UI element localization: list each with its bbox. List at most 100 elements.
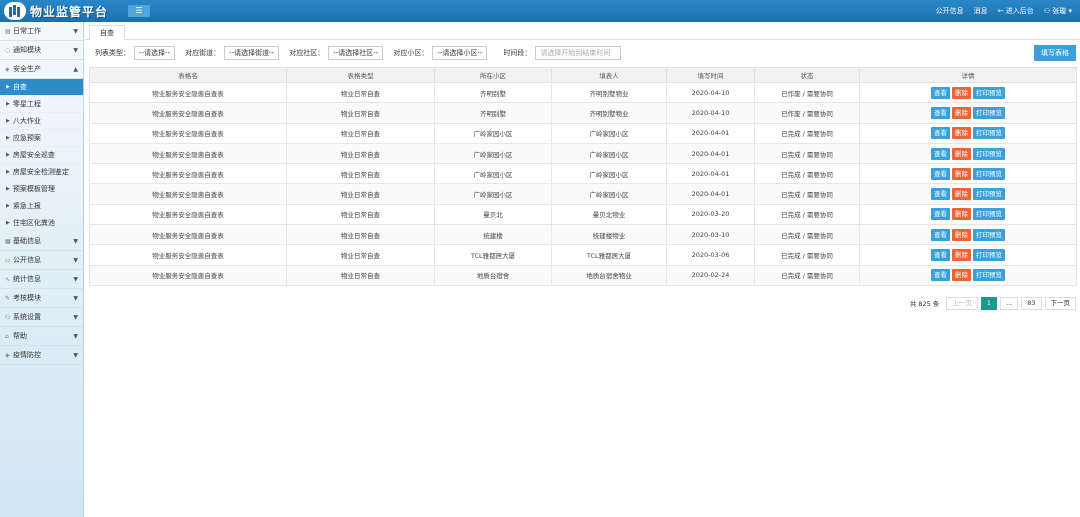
chevron-down-icon: ▼ (73, 257, 78, 264)
sidebar-group-basic-info[interactable]: ▦ 基础信息 ▼ (0, 232, 83, 251)
sidebar-item-self-check[interactable]: ▶ 自查 (0, 79, 83, 96)
delete-button[interactable]: 删除 (952, 147, 971, 160)
fill-form-button[interactable]: 填写表格 (1034, 45, 1076, 61)
view-button[interactable]: 查看 (931, 249, 950, 262)
delete-button[interactable]: 删除 (952, 208, 971, 221)
next-page-button[interactable]: 下一页 (1044, 296, 1076, 310)
print-preview-button[interactable]: 打印预览 (973, 188, 1005, 201)
table-cell: 已完成 / 需要协同 (754, 163, 860, 185)
sidebar-item-house-assessment[interactable]: ▶ 房屋安全检测鉴定 (0, 164, 83, 181)
sidebar-item-house-inspection[interactable]: ▶ 房屋安全巡查 (0, 147, 83, 164)
chevron-down-icon: ▼ (73, 333, 78, 340)
user-menu[interactable]: ⚇ 张璇 ▾ (1044, 6, 1072, 16)
table-cell: 物业服务安全隐患自查表 (89, 264, 287, 286)
view-button[interactable]: 查看 (931, 106, 950, 119)
community-label: 对应社区： (289, 49, 325, 57)
chevron-up-icon: ▲ (73, 66, 78, 73)
chevron-down-icon: ▼ (73, 314, 78, 321)
view-button[interactable]: 查看 (931, 269, 950, 282)
delete-button[interactable]: 删除 (952, 106, 971, 119)
view-button[interactable]: 查看 (931, 127, 950, 140)
delete-button[interactable]: 删除 (952, 249, 971, 262)
view-button[interactable]: 查看 (931, 188, 950, 201)
table-cell: 物业服务安全隐患自查表 (89, 224, 287, 246)
print-preview-button[interactable]: 打印预览 (973, 208, 1005, 221)
header-links: 公开信息 消息 ← 进入后台 ⚇ 张璇 ▾ (936, 0, 1072, 22)
table-header-row: 表格名 表格类型 所在小区 填表人 填写时间 状态 详情 (89, 67, 1077, 83)
view-button[interactable]: 查看 (931, 147, 950, 160)
view-button[interactable]: 查看 (931, 86, 950, 99)
tab-self-check[interactable]: 自查 (89, 25, 125, 40)
table-cell: 已作废 / 需要协同 (754, 102, 860, 124)
row-actions: 查看 删除 打印预览 (859, 183, 1077, 205)
sidebar-group-epidemic[interactable]: ◈ 疫情防控 ▼ (0, 346, 83, 365)
print-preview-button[interactable]: 打印预览 (973, 269, 1005, 282)
print-preview-button[interactable]: 打印预览 (973, 147, 1005, 160)
sidebar-item-eight-operations[interactable]: ▶ 八大作业 (0, 113, 83, 130)
row-actions: 查看 删除 打印预览 (859, 122, 1077, 144)
table-cell: 已完成 / 需要协同 (754, 264, 860, 286)
caret-down-icon: ▾ (1066, 7, 1072, 15)
sidebar-item-emergency-report[interactable]: ▶ 紧急上报 (0, 198, 83, 215)
table-cell: 已完成 / 需要协同 (754, 224, 860, 246)
sidebar-group-statistics[interactable]: ∿ 统计信息 ▼ (0, 270, 83, 289)
view-button[interactable]: 查看 (931, 228, 950, 241)
date-range-input[interactable]: 请选择开始到结束时间 (535, 46, 622, 60)
page-ellipsis: ... (1000, 296, 1019, 310)
public-info-link[interactable]: 公开信息 (936, 6, 964, 16)
sidebar-group-daily-work[interactable]: ▤ 日常工作 ▼ (0, 22, 83, 41)
delete-button[interactable]: 删除 (952, 167, 971, 180)
filter-bar: 列表类型： --请选择-- 对应街道： --请选择街道-- 对应社区： --请选… (95, 45, 622, 61)
form-type-select[interactable]: --请选择-- (134, 46, 176, 60)
pagination: 共 825 条 上一页 1 ... 83 下一页 (910, 296, 1076, 310)
delete-button[interactable]: 删除 (952, 228, 971, 241)
table-row: 物业服务安全隐患自查表 物业日常自查 广岭家园小区 广岭家园小区 2020-04-01 已… (89, 183, 1077, 205)
sidebar-item-plan-templates[interactable]: ▶ 预案模板管理 (0, 181, 83, 198)
delete-button[interactable]: 删除 (952, 269, 971, 282)
print-preview-button[interactable]: 打印预览 (973, 86, 1005, 99)
arrow-left-icon: ← (997, 7, 1006, 15)
sidebar-group-public-info[interactable]: ▭ 公开信息 ▼ (0, 251, 83, 270)
column-header: 表格类型 (286, 67, 435, 83)
print-preview-button[interactable]: 打印预览 (973, 127, 1005, 140)
app-logo[interactable]: 物业监管平台 (4, 2, 108, 20)
delete-button[interactable]: 删除 (952, 86, 971, 99)
table-cell: 物业服务安全隐患自查表 (89, 203, 287, 226)
sidebar-item-septic-tank[interactable]: ▶ 住宅区化粪池 (0, 215, 83, 232)
estate-select[interactable]: --请选择小区-- (432, 46, 488, 60)
community-select[interactable]: --请选择社区-- (328, 46, 384, 60)
table-cell: 物业服务安全隐患自查表 (89, 163, 287, 185)
print-preview-button[interactable]: 打印预览 (973, 249, 1005, 262)
delete-button[interactable]: 删除 (952, 127, 971, 140)
print-preview-button[interactable]: 打印预览 (973, 228, 1005, 241)
table-cell: 物业日常自查 (286, 203, 435, 226)
sidebar-group-assessment[interactable]: ✎ 考核模块 ▼ (0, 289, 83, 308)
date-range-label: 时间段： (503, 49, 532, 57)
column-header: 表格名 (89, 67, 287, 83)
sidebar-group-safety[interactable]: ◈ 安全生产 ▲ (0, 60, 83, 79)
menu-toggle-button[interactable]: ☰ (128, 5, 150, 17)
sidebar-item-emergency-plan[interactable]: ▶ 应急预案 (0, 130, 83, 147)
view-button[interactable]: 查看 (931, 208, 950, 221)
table-cell: 齐明别墅 (434, 81, 552, 104)
table-row: 物业服务安全隐患自查表 物业日常自查 广岭家园小区 广岭家园小区 2020-04-01 已… (89, 142, 1077, 165)
view-button[interactable]: 查看 (931, 167, 950, 180)
sidebar-group-help[interactable]: ⌂ 帮助 ▼ (0, 327, 83, 346)
enter-backend-link[interactable]: ← 进入后台 (998, 6, 1034, 16)
page-1-button[interactable]: 1 (980, 296, 998, 310)
calendar-icon: ▤ (5, 27, 11, 35)
sidebar-group-settings[interactable]: ⚇ 系统设置 ▼ (0, 308, 83, 327)
sidebar-group-notice[interactable]: ◌ 通知模块 ▼ (0, 41, 83, 60)
help-icon: ⌂ (5, 332, 9, 340)
page-last-button[interactable]: 83 (1021, 296, 1042, 310)
sidebar-item-minor-works[interactable]: ▶ 零星工程 (0, 96, 83, 113)
messages-link[interactable]: 消息 (974, 6, 988, 16)
chevron-down-icon: ▼ (73, 47, 78, 54)
print-preview-button[interactable]: 打印预览 (973, 167, 1005, 180)
delete-button[interactable]: 删除 (952, 188, 971, 201)
street-select[interactable]: --请选择街道-- (224, 46, 280, 60)
table-row: 物业服务安全隐患自查表 物业日常自查 TCL雅都居大厦 TCL雅都居大厦 2020-03… (89, 244, 1077, 266)
print-preview-button[interactable]: 打印预览 (973, 106, 1005, 119)
prev-page-button[interactable]: 上一页 (946, 296, 978, 310)
form-type-label: 列表类型： (95, 49, 130, 57)
